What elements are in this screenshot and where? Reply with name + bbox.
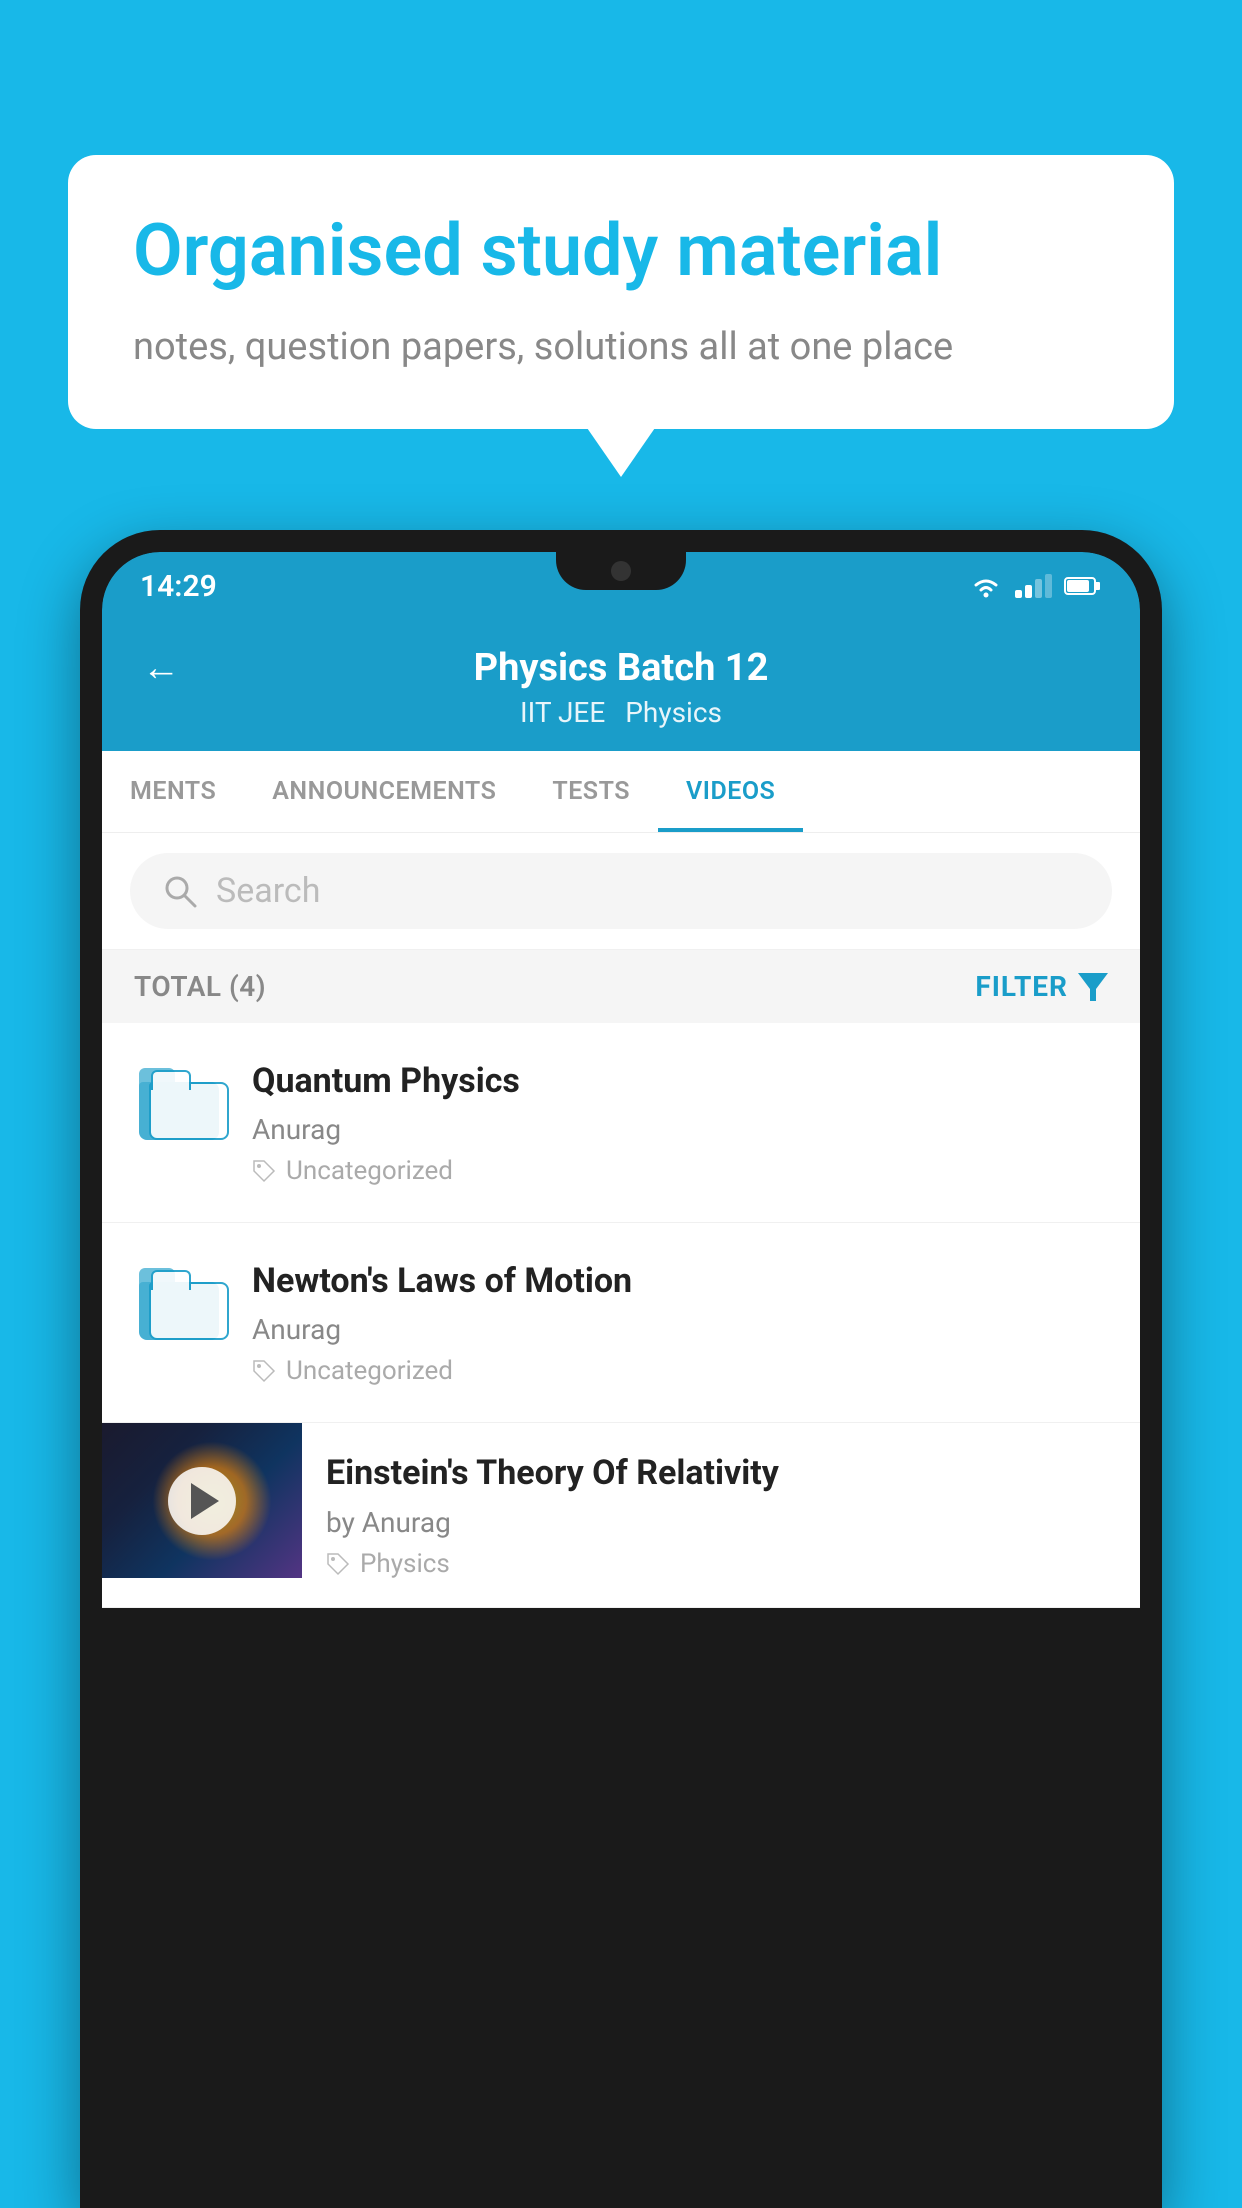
video-list: Quantum Physics Anurag Uncategorized xyxy=(102,1023,1140,1608)
folder-icon xyxy=(134,1059,224,1149)
tag-icon xyxy=(252,1359,276,1383)
tabs-bar: MENTS ANNOUNCEMENTS TESTS VIDEOS xyxy=(102,751,1140,833)
list-item[interactable]: Quantum Physics Anurag Uncategorized xyxy=(102,1023,1140,1223)
video-tag: Uncategorized xyxy=(252,1356,1108,1386)
status-icons xyxy=(969,573,1102,599)
video-title: Newton's Laws of Motion xyxy=(252,1259,1108,1303)
filter-icon xyxy=(1078,973,1108,1001)
subtitle-left: IIT JEE xyxy=(520,696,605,729)
video-info: Einstein's Theory Of Relativity by Anura… xyxy=(302,1423,1140,1606)
folder-icon xyxy=(134,1259,224,1349)
signal-icon xyxy=(1015,574,1052,598)
tag-icon xyxy=(326,1552,350,1576)
video-author: by Anurag xyxy=(326,1506,1116,1539)
video-title: Einstein's Theory Of Relativity xyxy=(326,1451,1116,1495)
tab-announcements[interactable]: ANNOUNCEMENTS xyxy=(244,751,524,832)
filter-bar: TOTAL (4) FILTER xyxy=(102,950,1140,1023)
status-bar: 14:29 xyxy=(102,552,1140,620)
speech-bubble-wrapper: Organised study material notes, question… xyxy=(68,155,1174,429)
wifi-icon xyxy=(969,573,1003,599)
page-title: Physics Batch 12 xyxy=(474,646,769,690)
search-icon xyxy=(162,873,198,909)
search-bar: Search xyxy=(102,833,1140,950)
total-count: TOTAL (4) xyxy=(134,970,266,1003)
camera-icon xyxy=(611,561,631,581)
speech-bubble-heading: Organised study material xyxy=(133,210,1109,293)
play-icon xyxy=(191,1483,219,1519)
list-item[interactable]: Einstein's Theory Of Relativity by Anura… xyxy=(102,1423,1140,1607)
tab-videos[interactable]: VIDEOS xyxy=(658,751,803,832)
phone-inner: 14:29 xyxy=(102,552,1140,1608)
phone-frame: 14:29 xyxy=(80,530,1162,2208)
video-author: Anurag xyxy=(252,1313,1108,1346)
battery-icon xyxy=(1064,575,1102,597)
video-info: Newton's Laws of Motion Anurag Uncategor… xyxy=(252,1259,1108,1386)
video-info: Quantum Physics Anurag Uncategorized xyxy=(252,1059,1108,1186)
filter-button[interactable]: FILTER xyxy=(975,970,1108,1003)
video-author: Anurag xyxy=(252,1113,1108,1146)
video-tag: Physics xyxy=(326,1549,1116,1579)
tag-icon xyxy=(252,1159,276,1183)
search-placeholder: Search xyxy=(216,871,320,911)
subtitle-right: Physics xyxy=(625,696,722,729)
speech-bubble-subtext: notes, question papers, solutions all at… xyxy=(133,321,1109,374)
app-header: ← Physics Batch 12 IIT JEE Physics xyxy=(102,620,1140,751)
status-time: 14:29 xyxy=(140,569,217,604)
header-top: ← Physics Batch 12 xyxy=(142,646,1100,690)
search-input-wrapper[interactable]: Search xyxy=(130,853,1112,929)
tab-tests[interactable]: TESTS xyxy=(524,751,658,832)
video-title: Quantum Physics xyxy=(252,1059,1108,1103)
tab-ments[interactable]: MENTS xyxy=(102,751,244,832)
header-subtitle: IIT JEE Physics xyxy=(520,696,722,729)
back-button[interactable]: ← xyxy=(142,646,180,690)
speech-bubble: Organised study material notes, question… xyxy=(68,155,1174,429)
list-item[interactable]: Newton's Laws of Motion Anurag Uncategor… xyxy=(102,1223,1140,1423)
play-button[interactable] xyxy=(168,1467,236,1535)
notch xyxy=(556,552,686,590)
video-thumbnail xyxy=(102,1423,302,1578)
video-tag: Uncategorized xyxy=(252,1156,1108,1186)
